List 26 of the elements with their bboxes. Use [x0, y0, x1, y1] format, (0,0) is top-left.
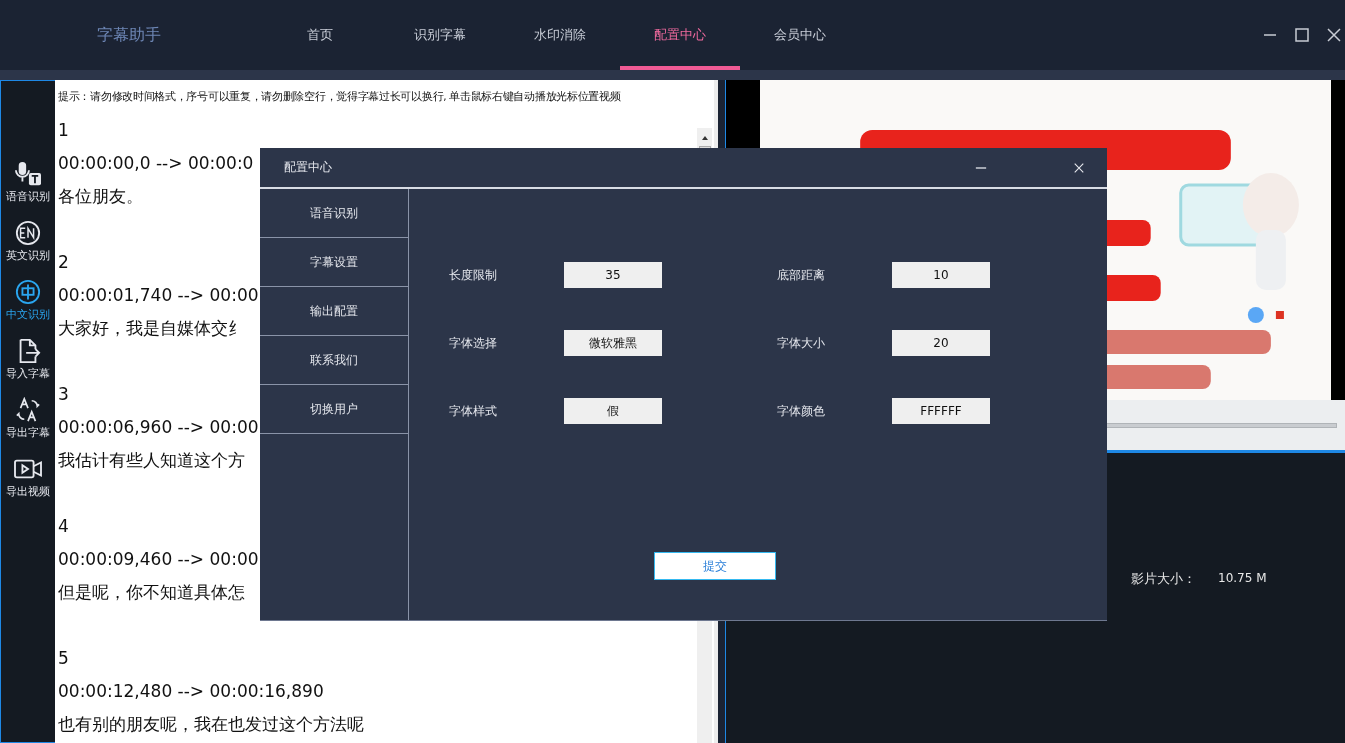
subtitle-index: 3 — [58, 383, 69, 406]
field-label: 字体大小 — [777, 334, 826, 352]
subtitle-text: 但是呢，你不知道具体怎 — [58, 581, 245, 604]
app-title: 字幕助手 — [96, 24, 162, 46]
subtitle-text: 也有别的朋友呢，我在也发过这个方法呢 — [58, 713, 364, 736]
subtitle-text: 各位朋友。 — [58, 185, 143, 208]
subtitle-timecode: 00:00:12,480 --> 00:00:16,890 — [58, 680, 324, 703]
subtitle-text: 大家好，我是自媒体交纟 — [58, 317, 245, 340]
subtitle-index: 4 — [58, 515, 69, 538]
field-label: 底部距离 — [777, 266, 826, 284]
field-label: 长度限制 — [449, 266, 498, 284]
file-size-label: 影片大小： — [1131, 570, 1196, 588]
subtitle-text: 我估计有些人知道这个方 — [58, 449, 245, 472]
subtitle-index: 1 — [58, 119, 69, 142]
subtitle-index: 2 — [58, 251, 69, 274]
field-label: 字体选择 — [449, 334, 498, 352]
field-label: 字体样式 — [449, 402, 498, 420]
subtitle-timecode: 00:00:00,0 --> 00:00:0 — [58, 152, 254, 175]
field-label: 字体颜色 — [777, 402, 826, 420]
file-size-value: 10.75 M — [1218, 570, 1267, 587]
subtitle-timecode: 00:00:06,960 --> 00:00 — [58, 416, 259, 439]
subtitle-timecode: 00:00:09,460 --> 00:00 — [58, 548, 259, 571]
subtitle-timecode: 00:00:01,740 --> 00:00 — [58, 284, 259, 307]
dialog-title: 配置中心 — [284, 159, 333, 176]
subtitle-index: 5 — [58, 647, 69, 670]
hint-text: 提示：请勿修改时间格式，序号可以重复，请勿删除空行，觉得字幕过长可以换行, 单击鼠标右键自动播放光标位置视频 — [58, 90, 622, 104]
